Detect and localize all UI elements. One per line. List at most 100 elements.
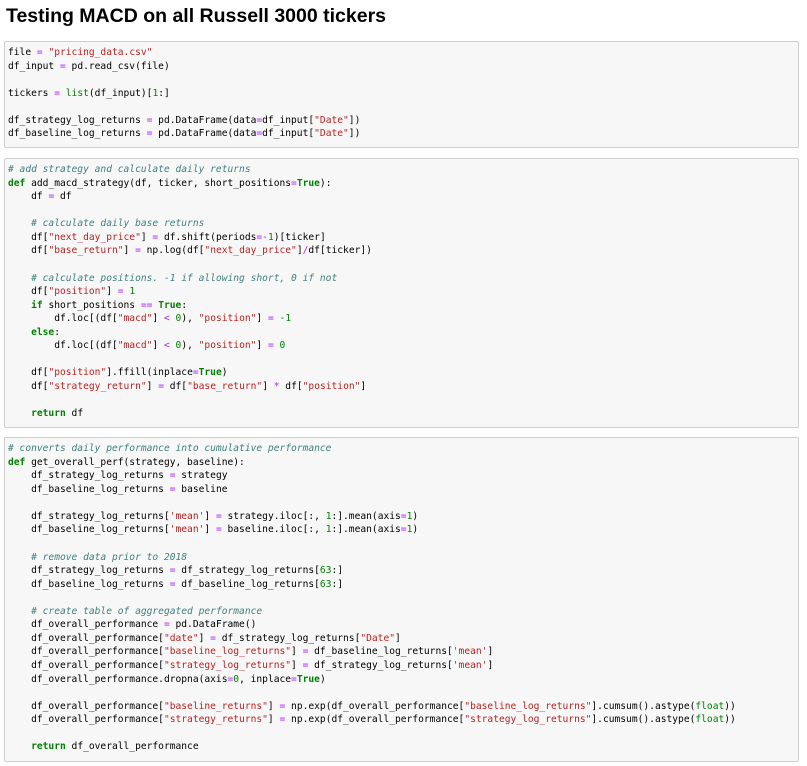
code-token: ] [204, 510, 216, 522]
code-token: True [296, 177, 320, 189]
code-token: "date" [163, 632, 199, 644]
code-token: add_macd_strategy(df, ticker, short_posi… [25, 177, 292, 189]
code-line: def add_macd_strategy(df, ticker, short_… [8, 177, 798, 191]
code-line: tickers = list(df_input)[1:] [8, 87, 798, 101]
code-token: df[ [279, 381, 303, 392]
code-token: ] [146, 381, 159, 392]
code-token: pd.read_csv(file) [65, 60, 170, 72]
code-token: 'mean' [452, 660, 488, 671]
code-token: df_baseline_log_returns[ [175, 578, 320, 590]
code-token: "position" [198, 313, 257, 325]
code-token: df[ [163, 381, 188, 392]
code-token: df_strategy_log_returns[ [175, 565, 320, 577]
code-token: ] [291, 660, 303, 671]
code-token: ] [198, 632, 211, 644]
code-token: df_baseline_log_returns [8, 578, 170, 590]
code-token: ] [256, 313, 268, 325]
code-token: tickers [8, 87, 55, 99]
code-token: def [8, 177, 26, 189]
code-token: ] [291, 646, 303, 658]
code-line: df_overall_performance["strategy_returns… [8, 713, 798, 727]
code-token: df_overall_performance[ [8, 700, 164, 712]
code-token: df_strategy_log_returns [8, 114, 147, 126]
code-line: df_overall_performance["strategy_log_ret… [8, 659, 798, 673]
code-cell-add-macd-strategy[interactable]: # add strategy and calculate daily retur… [4, 158, 799, 428]
code-token: ) [221, 367, 228, 379]
code-token: ] [123, 245, 136, 257]
code-token: df_baseline_log_returns[ [8, 524, 170, 536]
code-token: 63 [319, 565, 332, 577]
code-token: df_overall_performance [8, 619, 164, 631]
code-token: pd.DataFrame(data [152, 114, 257, 126]
code-cell-get-overall-perf[interactable]: # converts daily performance into cumula… [4, 437, 799, 762]
code-line: # calculate positions. -1 if allowing sh… [8, 272, 798, 286]
code-token: "strategy_returns" [163, 714, 268, 726]
code-token: strategy.iloc[:, [221, 510, 326, 522]
code-token: df_overall_performance [65, 741, 199, 753]
code-token: ].ffill(inplace [106, 367, 193, 379]
code-token: df.loc[(df[ [8, 340, 118, 352]
code-token: df_strategy_log_returns[ [8, 510, 170, 522]
code-token: ]) [348, 128, 361, 140]
code-line: else: [8, 326, 798, 340]
code-token: ] [152, 313, 164, 325]
code-token: get_overall_perf(strategy, baseline): [25, 456, 245, 468]
code-token: :].mean(axis [331, 510, 401, 522]
code-token: df[ [8, 367, 49, 379]
code-token: True [198, 367, 222, 379]
code-token: "strategy_return" [48, 381, 147, 392]
code-token: # calculate positions. -1 if allowing sh… [31, 272, 338, 284]
code-line: # create table of aggregated performance [8, 605, 798, 619]
code-token: short_positions [42, 299, 141, 311]
code-token: "baseline_log_returns" [163, 646, 292, 658]
code-token: : [181, 299, 188, 311]
code-line: # converts daily performance into cumula… [8, 442, 798, 456]
code-token: # remove data prior to 2018 [31, 551, 188, 563]
code-token: if [31, 299, 43, 311]
code-line: df_strategy_log_returns['mean'] = strate… [8, 510, 798, 524]
code-token: df[ticker]) [308, 245, 372, 257]
code-token: ) [412, 510, 419, 522]
code-token: ] [256, 340, 268, 352]
code-token: df_overall_performance[ [8, 632, 164, 644]
code-token: ] [204, 524, 216, 536]
code-line: df_overall_performance.dropna(axis=0, in… [8, 673, 798, 687]
code-token: df_input [8, 60, 60, 72]
code-line: df["base_return"] = np.log(df["next_day_… [8, 244, 798, 258]
code-token: file [8, 47, 37, 58]
code-token: ] [262, 381, 274, 392]
code-token: 'mean' [169, 510, 205, 522]
code-token: "macd" [117, 340, 153, 352]
code-token: df_strategy_log_returns[ [308, 660, 453, 671]
code-token: == [140, 299, 153, 311]
code-line: df["strategy_return"] = df["base_return"… [8, 380, 798, 394]
code-token: )) [724, 700, 736, 712]
code-token: :] [158, 87, 170, 99]
code-line: df.loc[(df["macd"] < 0), "position"] = 0 [8, 339, 798, 353]
code-token: df[ [8, 231, 49, 243]
code-token: else [31, 326, 55, 338]
code-token: df_strategy_log_returns [8, 470, 170, 482]
code-line: df_baseline_log_returns = pd.DataFrame(d… [8, 127, 798, 141]
code-line: df_baseline_log_returns = df_baseline_lo… [8, 578, 798, 592]
code-token: def [8, 456, 26, 468]
code-token: ] [267, 700, 280, 712]
code-token: "position" [48, 286, 107, 298]
code-token: df [65, 408, 84, 420]
code-cell-load-data[interactable]: file = "pricing_data.csv" df_input = pd.r… [4, 41, 799, 148]
code-line: return df [8, 407, 798, 421]
code-line: df_baseline_log_returns = baseline [8, 483, 798, 497]
code-line: df_strategy_log_returns = df_strategy_lo… [8, 564, 798, 578]
code-token: list [65, 87, 89, 99]
code-token: df_baseline_log_returns[ [308, 646, 453, 658]
code-token: "Date" [314, 114, 349, 126]
code-token: ].cumsum().astype( [591, 714, 696, 726]
